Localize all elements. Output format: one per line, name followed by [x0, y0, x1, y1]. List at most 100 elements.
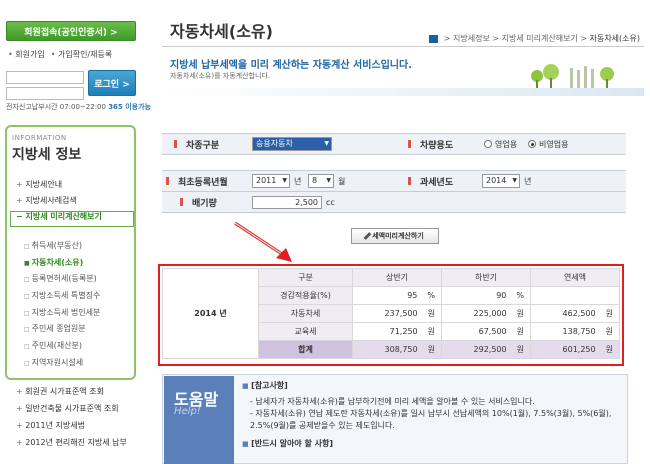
- reg-month-select[interactable]: 8: [308, 174, 334, 188]
- sub-nav-regional-resource[interactable]: 지역자원시설세: [24, 355, 100, 372]
- reregister-link[interactable]: 가입확인/재등록: [51, 49, 112, 60]
- reg-year-select[interactable]: 2011: [252, 174, 290, 188]
- breadcrumb-sep: >: [443, 34, 454, 43]
- cert-login-button[interactable]: 회원접속(공인인증서) >: [6, 21, 136, 41]
- calculate-button-label: 세액미리계산하기: [372, 232, 424, 240]
- cell-second-half: 67,500 원: [441, 322, 531, 341]
- month-unit: 월: [338, 176, 346, 186]
- cell-annual: [530, 286, 620, 305]
- cell-unit: 원: [605, 309, 613, 318]
- signup-link[interactable]: 회원가입: [8, 49, 44, 60]
- breadcrumb-sep: >: [492, 34, 502, 43]
- cell-first-half: 71,250 원: [352, 322, 442, 341]
- sub-nav-resident-employee[interactable]: 주민세 종업원분: [24, 321, 100, 338]
- help-badge: 도움말 Help!: [164, 376, 234, 464]
- form-row-displacement: 배기량 2,500 cc: [162, 191, 626, 213]
- cell-unit: 원: [516, 309, 524, 318]
- car-type-label: 차종구분: [173, 138, 219, 151]
- usage-option-label: 비영업용: [539, 139, 569, 149]
- sub-nav-income-withholding[interactable]: 지방소득세 특별징수: [24, 288, 101, 305]
- cell-second-half: 90%: [441, 286, 531, 305]
- page-title: 자동차세(소유): [170, 22, 273, 41]
- breadcrumb-item-1[interactable]: 지방세정보: [453, 34, 490, 43]
- help-badge-en: Help!: [174, 406, 201, 417]
- nav-2012-payment[interactable]: 2012년 편리해진 지방세 납부: [16, 434, 127, 451]
- nav-building-price[interactable]: 일반건축물 시가표준액 조회: [16, 400, 127, 417]
- sub-nav-acquisition-tax[interactable]: 취득세(부동산): [24, 238, 100, 255]
- cell-value: 95: [407, 291, 418, 300]
- cell-unit: %: [516, 291, 524, 300]
- service-subline: 자동차세(소유)를 자동계산합니다.: [170, 72, 271, 80]
- row-label: 합계: [258, 340, 353, 359]
- cell-value: 292,500: [473, 345, 507, 354]
- cell-unit: 원: [516, 345, 524, 354]
- displacement-label: 배기량: [180, 196, 217, 209]
- cell-value: 225,000: [473, 309, 507, 318]
- nav-case-search[interactable]: 지방세사례검색: [16, 193, 102, 209]
- result-year: 2014 년: [162, 268, 259, 359]
- hours-text: 전자신고납부시간 07:00~22:00: [6, 103, 109, 111]
- breadcrumb: > 지방세정보 > 지방세 미리계산해보기 > 자동차세(소유): [429, 33, 640, 44]
- usage-option-label: 영업용: [495, 139, 518, 149]
- breadcrumb-current: 자동차세(소유): [589, 34, 640, 43]
- cell-value: 90: [496, 291, 507, 300]
- usage-label: 차량용도: [407, 138, 453, 151]
- nav-membership-price[interactable]: 회원권 시가표준액 조회: [16, 383, 127, 400]
- sidebar: 회원접속(공인인증서) > 회원가입 가입확인/재등록 로그인 > 전자신고납부…: [0, 0, 151, 464]
- car-type-select[interactable]: 승용자동차: [252, 137, 332, 151]
- login-button[interactable]: 로그인 >: [88, 70, 136, 96]
- sub-nav-vehicle-tax[interactable]: 자동차세(소유): [24, 255, 100, 272]
- usage-radio-private[interactable]: 비영업용: [528, 139, 568, 150]
- usage-radio-business[interactable]: 영업용: [484, 139, 517, 150]
- nav-tax-guide[interactable]: 지방세안내: [16, 177, 102, 193]
- cell-unit: 원: [427, 345, 435, 354]
- calculate-button[interactable]: 세액미리계산하기: [351, 228, 439, 244]
- col-header-category: 구분: [258, 268, 353, 287]
- banner-band: [162, 88, 644, 96]
- col-header-first-half: 상반기: [352, 268, 442, 287]
- nav-2011-law[interactable]: 2011년 지방세법: [16, 417, 127, 434]
- info-title: 지방세 정보: [12, 147, 82, 163]
- info-nav: 지방세안내 지방세사례검색 지방세 미리계산해보기: [16, 177, 102, 225]
- sub-nav-registration-tax[interactable]: 등록면허세(등록분): [24, 271, 100, 288]
- red-arrow-annotation: [234, 221, 292, 262]
- breadcrumb-item-2[interactable]: 지방세 미리계산해보기: [502, 34, 578, 43]
- cell-first-half: 95%: [352, 286, 442, 305]
- member-links: 회원가입 가입확인/재등록: [8, 49, 138, 60]
- row-label: 교육세: [258, 322, 353, 341]
- hours-365: 365 이용가능: [108, 103, 151, 111]
- help-heading: [참고사항]: [242, 380, 622, 392]
- cell-second-half: 225,000 원: [441, 304, 531, 323]
- radio-icon: [484, 140, 492, 148]
- cell-unit: %: [427, 291, 435, 300]
- cell-first-half: 308,750 원: [352, 340, 442, 359]
- cell-value: 308,750: [384, 345, 418, 354]
- cell-unit: 원: [605, 345, 613, 354]
- pencil-icon: [363, 232, 372, 240]
- cell-unit: 원: [427, 309, 435, 318]
- reg-date-label: 최초등록년월: [166, 175, 228, 188]
- cell-value: 462,500: [562, 309, 596, 318]
- service-hours: 전자신고납부시간 07:00~22:00 365 이용가능: [6, 102, 151, 112]
- service-headline: 지방세 납부세액을 미리 계산하는 자동계산 서비스입니다.: [170, 60, 413, 71]
- sub-nav-resident-property[interactable]: 주민세(재산분): [24, 338, 100, 355]
- displacement-input[interactable]: 2,500: [252, 195, 322, 209]
- breadcrumb-sep: >: [580, 34, 590, 43]
- login-id-input[interactable]: [6, 71, 84, 84]
- bottom-nav: 회원권 시가표준액 조회 일반건축물 시가표준액 조회 2011년 지방세법 2…: [16, 383, 127, 451]
- tax-year-label: 과세년도: [407, 175, 453, 188]
- col-header-second-half: 하반기: [441, 268, 531, 287]
- help-heading-2: [반드시 알아야 할 사항]: [242, 438, 622, 450]
- cell-annual: 138,750 원: [530, 322, 620, 341]
- form-row-registration: 최초등록년월 2011 년 8 월 과세년도 2014 년: [162, 170, 626, 192]
- sub-nav-income-corporate[interactable]: 지방소득세 법인세분: [24, 305, 101, 322]
- nav-pre-calc[interactable]: 지방세 미리계산해보기: [16, 209, 102, 225]
- login-password-input[interactable]: [6, 87, 84, 100]
- home-icon[interactable]: [429, 34, 439, 43]
- tax-year-select[interactable]: 2014: [482, 174, 520, 188]
- cell-second-half: 292,500 원: [441, 340, 531, 359]
- radio-selected-icon: [528, 140, 536, 148]
- cell-unit: 원: [605, 327, 613, 336]
- cell-unit: 원: [427, 327, 435, 336]
- cell-value: 67,500: [478, 327, 507, 336]
